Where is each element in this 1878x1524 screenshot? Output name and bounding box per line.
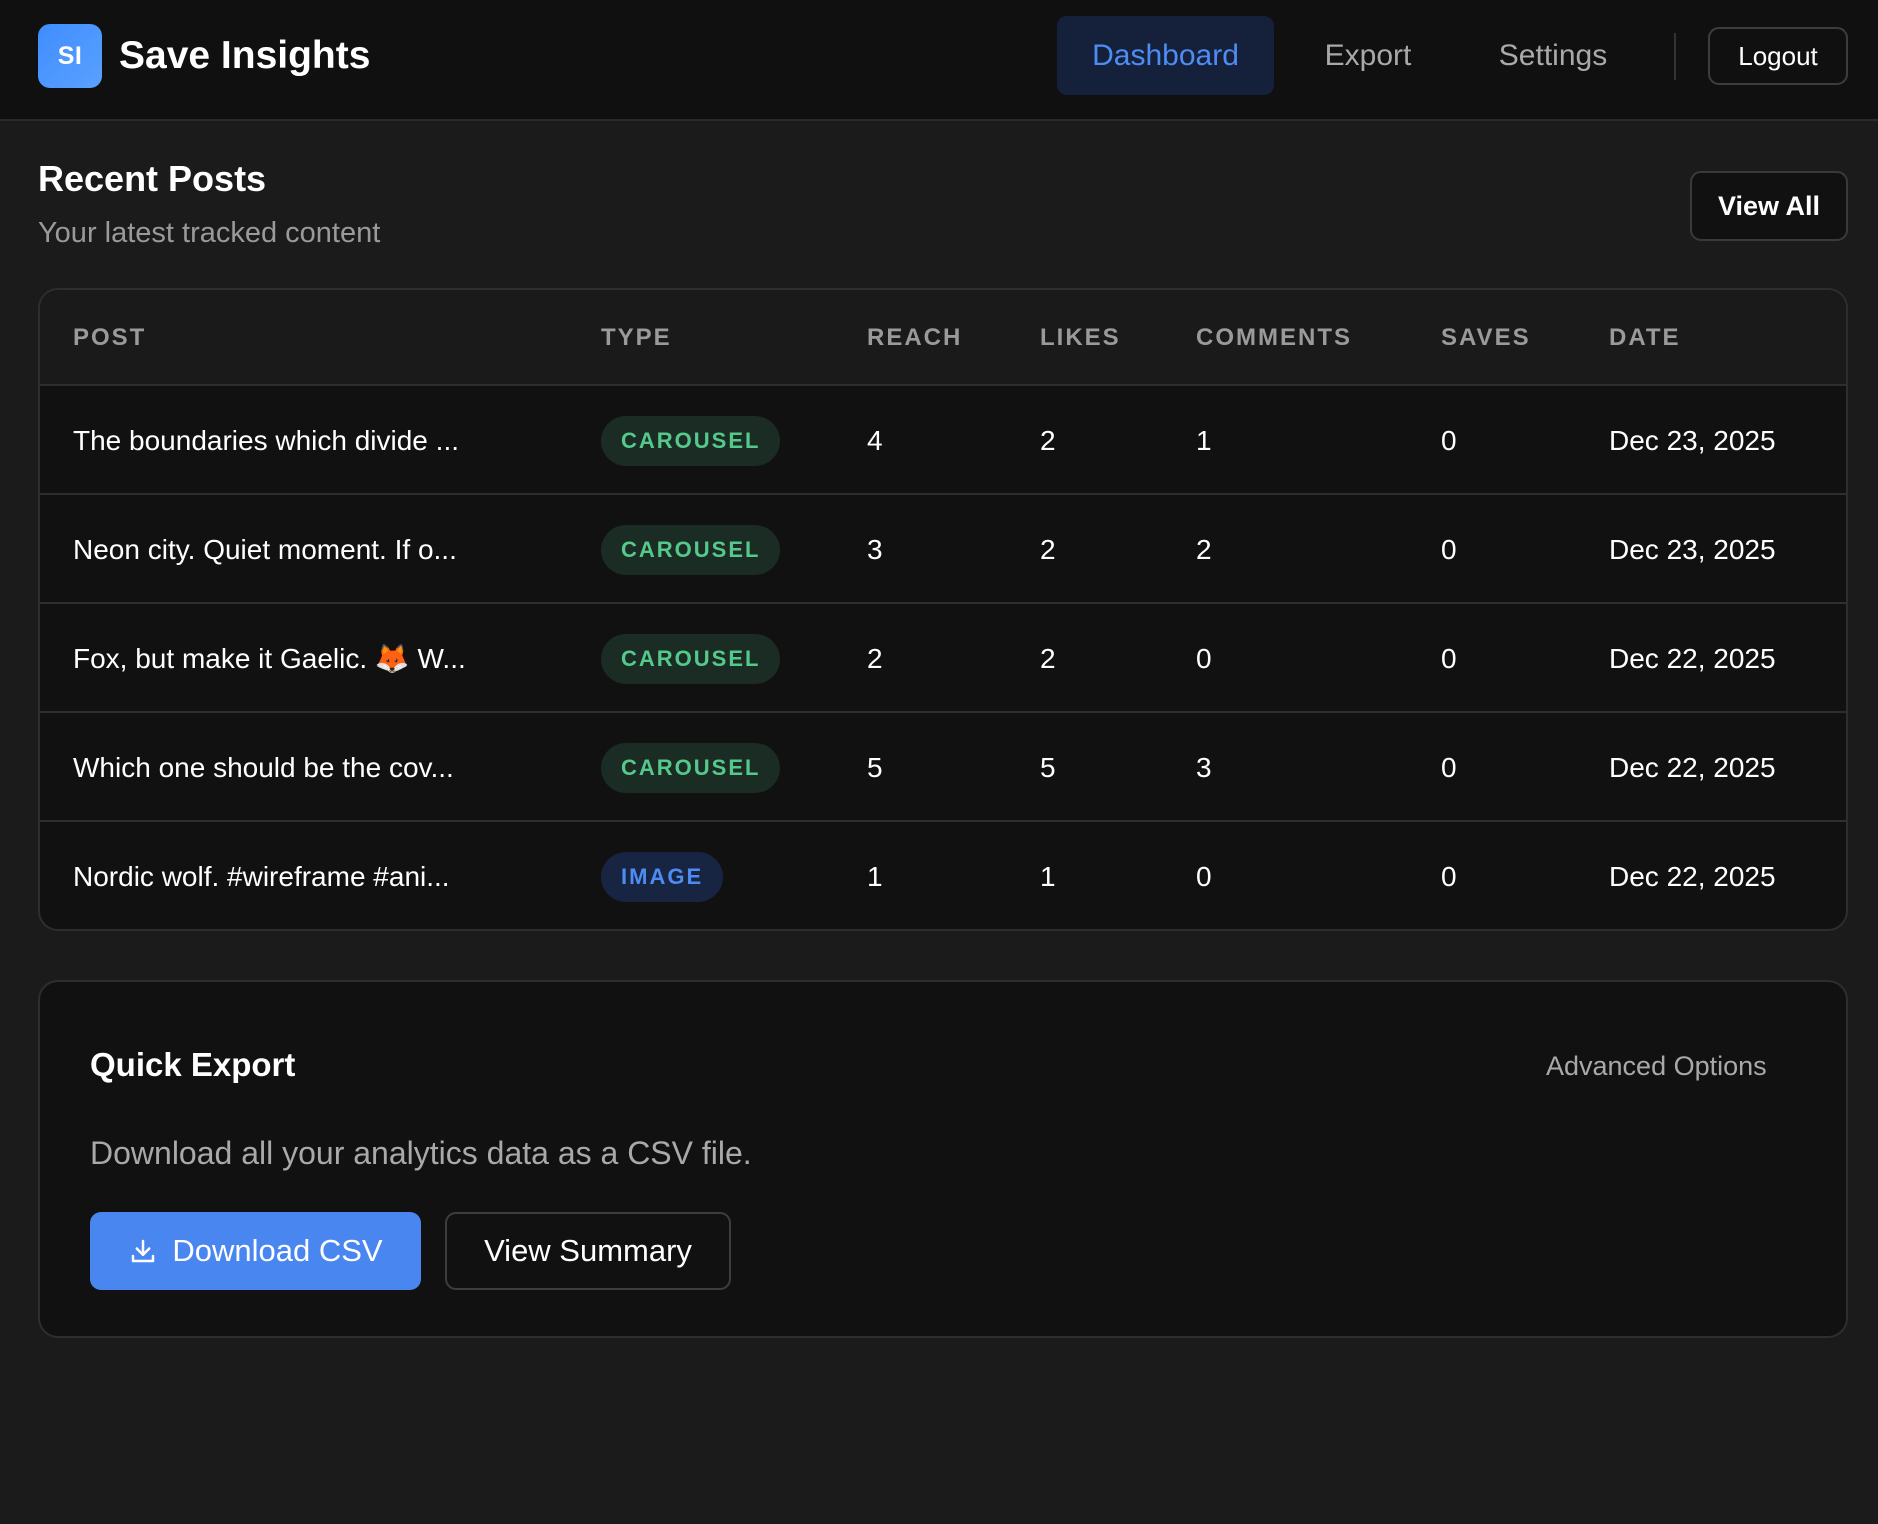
nav-tab-export[interactable]: Export [1300, 16, 1436, 95]
post-type-badge: IMAGE [601, 851, 724, 902]
likes-value: 2 [1040, 424, 1056, 456]
download-csv-button[interactable]: Download CSV [90, 1212, 421, 1290]
column-header-reach[interactable]: REACH [867, 290, 962, 386]
likes-value: 2 [1040, 642, 1056, 674]
saves-value: 0 [1441, 642, 1457, 674]
quick-export-description: Download all your analytics data as a CS… [90, 1135, 752, 1171]
date-value: Dec 22, 2025 [1609, 860, 1776, 892]
type-cell: CAROUSEL [601, 495, 781, 604]
nav-divider [1674, 33, 1676, 80]
date-value: Dec 23, 2025 [1609, 533, 1776, 565]
comments-value: 0 [1196, 642, 1212, 674]
comments-value: 1 [1196, 424, 1212, 456]
top-navigation-bar: SI Save Insights Dashboard Export Settin… [0, 0, 1878, 121]
nav-tab-settings[interactable]: Settings [1474, 16, 1632, 95]
app-logo[interactable]: SI [38, 24, 102, 88]
type-cell: CAROUSEL [601, 713, 781, 822]
post-type-badge: CAROUSEL [601, 415, 781, 466]
saves-value: 0 [1441, 860, 1457, 892]
column-header-date[interactable]: DATE [1609, 290, 1681, 386]
advanced-options-link[interactable]: Advanced Options [1546, 1048, 1767, 1084]
table-row[interactable]: Neon city. Quiet moment. If o... CAROUSE… [40, 495, 1846, 604]
date-value: Dec 23, 2025 [1609, 424, 1776, 456]
reach-value: 2 [867, 642, 883, 674]
type-cell: CAROUSEL [601, 386, 781, 495]
comments-value: 3 [1196, 751, 1212, 783]
logout-button[interactable]: Logout [1708, 27, 1848, 85]
column-header-post[interactable]: POST [73, 290, 146, 386]
section-title: Recent Posts [38, 158, 267, 199]
quick-export-title: Quick Export [90, 1046, 296, 1083]
likes-value: 1 [1040, 860, 1056, 892]
quick-export-card: Quick Export Advanced Options Download a… [38, 980, 1848, 1338]
column-header-saves[interactable]: SAVES [1441, 290, 1531, 386]
table-header: POST TYPE REACH LIKES COMMENTS SAVES DAT… [40, 290, 1846, 386]
column-header-likes[interactable]: LIKES [1040, 290, 1121, 386]
post-type-badge: CAROUSEL [601, 742, 781, 793]
table-row[interactable]: The boundaries which divide ... CAROUSEL… [40, 386, 1846, 495]
post-type-badge: CAROUSEL [601, 524, 781, 575]
post-caption[interactable]: Fox, but make it Gaelic. 🦊 W... [73, 604, 466, 713]
reach-value: 4 [867, 424, 883, 456]
likes-value: 5 [1040, 751, 1056, 783]
section-subtitle: Your latest tracked content [38, 217, 381, 249]
comments-value: 2 [1196, 533, 1212, 565]
app-title[interactable]: Save Insights [119, 31, 370, 81]
comments-value: 0 [1196, 860, 1212, 892]
download-csv-label: Download CSV [172, 1233, 383, 1268]
likes-value: 2 [1040, 533, 1056, 565]
post-caption[interactable]: The boundaries which divide ... [73, 386, 459, 495]
view-all-button[interactable]: View All [1690, 171, 1848, 241]
reach-value: 5 [867, 751, 883, 783]
table-row[interactable]: Which one should be the cov... CAROUSEL … [40, 713, 1846, 822]
table-row[interactable]: Nordic wolf. #wireframe #ani... IMAGE 1 … [40, 822, 1846, 929]
date-value: Dec 22, 2025 [1609, 642, 1776, 674]
post-caption[interactable]: Neon city. Quiet moment. If o... [73, 495, 457, 604]
saves-value: 0 [1441, 424, 1457, 456]
saves-value: 0 [1441, 751, 1457, 783]
column-header-type[interactable]: TYPE [601, 290, 672, 386]
download-icon [128, 1236, 158, 1266]
type-cell: CAROUSEL [601, 604, 781, 713]
table-row[interactable]: Fox, but make it Gaelic. 🦊 W... CAROUSEL… [40, 604, 1846, 713]
reach-value: 1 [867, 860, 883, 892]
post-type-badge: CAROUSEL [601, 633, 781, 684]
reach-value: 3 [867, 533, 883, 565]
date-value: Dec 22, 2025 [1609, 751, 1776, 783]
post-caption[interactable]: Which one should be the cov... [73, 713, 454, 822]
nav-tab-dashboard[interactable]: Dashboard [1057, 16, 1274, 95]
view-summary-button[interactable]: View Summary [445, 1212, 731, 1290]
post-caption[interactable]: Nordic wolf. #wireframe #ani... [73, 822, 450, 929]
saves-value: 0 [1441, 533, 1457, 565]
posts-table: POST TYPE REACH LIKES COMMENTS SAVES DAT… [38, 288, 1848, 931]
column-header-comments[interactable]: COMMENTS [1196, 290, 1352, 386]
type-cell: IMAGE [601, 822, 724, 929]
